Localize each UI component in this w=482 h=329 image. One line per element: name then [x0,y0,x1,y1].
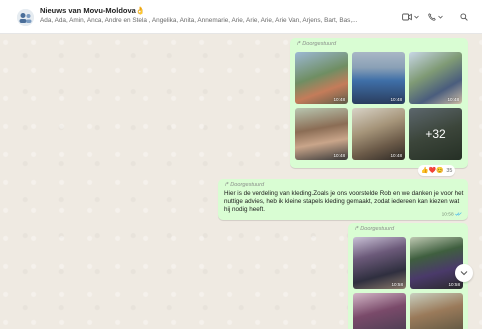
group-title[interactable]: Nieuws van Movu-Moldova👌 [40,6,145,15]
album-photo[interactable]: 10:58 [410,237,463,289]
scroll-down-button[interactable] [455,264,473,282]
forwarded-label: ↱ Doorgestuurd [354,226,395,232]
chevron-down-icon [414,15,419,19]
album-photo[interactable]: 10:58 [353,237,406,289]
search-icon [460,13,468,21]
message-time: 10:58 [442,212,462,217]
more-count: +32 [409,108,462,160]
search-button[interactable] [460,10,468,24]
group-title-text: Nieuws van Movu-Moldova [40,6,136,15]
album-message[interactable]: ↱ Doorgestuurd 10:48 10:48 10:48 10:48 1… [290,38,468,168]
reaction-count: 35 [446,167,453,174]
album-message[interactable]: ↱ Doorgestuurd 10:58 10:58 [348,223,468,329]
album-photo[interactable]: 10:48 [409,52,462,104]
album-photo[interactable]: 10:48 [295,52,348,104]
video-camera-icon [402,13,412,21]
album-more-photos[interactable]: +32 [409,108,462,160]
chevron-down-icon [438,15,443,19]
phone-icon [428,13,436,21]
album-photo[interactable] [410,293,463,329]
album-photo[interactable]: 10:48 [352,108,405,160]
album-photo[interactable]: 10:48 [295,108,348,160]
read-receipt-icon [455,212,462,216]
album-photo[interactable]: 10:48 [352,52,405,104]
video-call-button[interactable] [402,10,419,24]
chat-header: Nieuws van Movu-Moldova👌 Ada, Ada, Amin,… [0,0,482,34]
forwarded-label: ↱ Doorgestuurd [224,182,265,188]
group-members[interactable]: Ada, Ada, Amin, Anca, Andre en Stela , A… [40,17,400,24]
chat-area[interactable]: ↱ Doorgestuurd 10:48 10:48 10:48 10:48 1… [0,34,482,329]
text-message[interactable]: ↱ Doorgestuurd Hier is de verdeling van … [218,179,468,220]
message-text: Hier is de verdeling van kleding.Zoals j… [224,190,464,213]
album-photo[interactable] [353,293,406,329]
chevron-down-icon [460,271,468,276]
message-reactions[interactable]: 👍❤️😊 35 [418,165,456,176]
group-avatar[interactable] [17,9,34,26]
forwarded-label: ↱ Doorgestuurd [296,41,337,47]
voice-call-button[interactable] [428,10,443,24]
reaction-emojis: 👍❤️😊 [421,168,444,174]
title-emoji: 👌 [135,6,146,15]
